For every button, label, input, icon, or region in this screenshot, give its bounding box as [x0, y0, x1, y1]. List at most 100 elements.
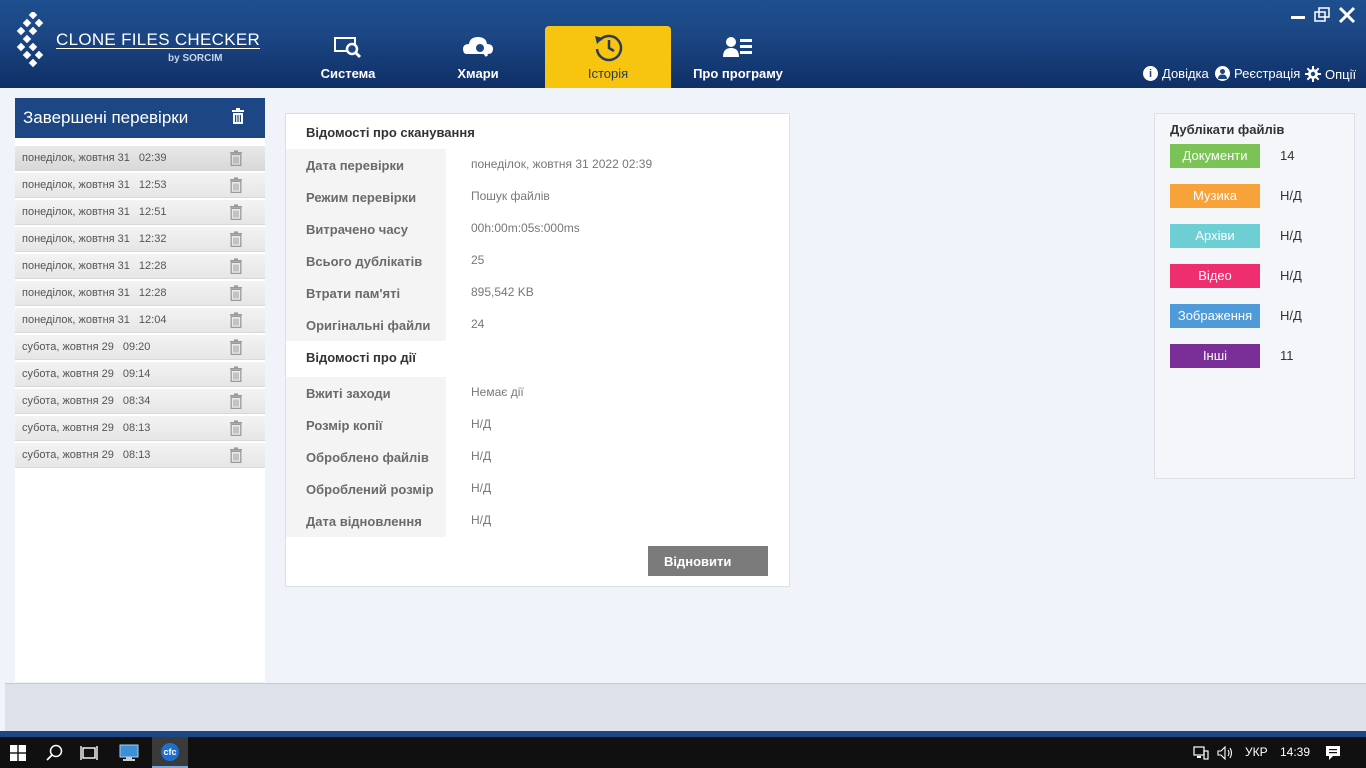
- delete-all-button[interactable]: [231, 108, 245, 129]
- close-button[interactable]: [1338, 6, 1356, 29]
- restore-button[interactable]: Відновити: [648, 546, 768, 576]
- options-label: Опції: [1325, 66, 1357, 82]
- detail-row: Дата перевірки понеділок, жовтня 31 2022 …: [286, 149, 789, 181]
- logo-mark-icon: [16, 10, 44, 68]
- detail-row: Дата відновлення Н/Д: [286, 505, 789, 537]
- detail-key: Дата відновлення: [286, 505, 446, 537]
- history-item[interactable]: понеділок, жовтня 31 02:39: [15, 146, 265, 171]
- register-link[interactable]: Реєстрація: [1215, 66, 1300, 81]
- tab-system-label: Система: [320, 66, 376, 81]
- delete-history-item-button[interactable]: [229, 420, 243, 439]
- history-item[interactable]: понеділок, жовтня 31 12:04: [15, 308, 265, 333]
- delete-history-item-button[interactable]: [229, 366, 243, 385]
- notifications-button[interactable]: [1318, 737, 1348, 768]
- trash-icon: [230, 285, 242, 302]
- delete-history-item-button[interactable]: [229, 285, 243, 304]
- detail-row: Оброблено файлів Н/Д: [286, 441, 789, 473]
- category-other-button[interactable]: Інші: [1170, 344, 1260, 368]
- trash-icon: [230, 231, 242, 248]
- category-documents-button[interactable]: Документи: [1170, 144, 1260, 168]
- history-item-date: понеділок, жовтня 31: [22, 314, 130, 326]
- delete-history-item-button[interactable]: [229, 204, 243, 223]
- taskbar-computer-app[interactable]: [111, 737, 147, 768]
- detail-value: 895,542 KB: [471, 285, 534, 299]
- category-count: Н/Д: [1280, 308, 1302, 323]
- search-button[interactable]: [38, 737, 72, 768]
- history-item-date: понеділок, жовтня 31: [22, 206, 130, 218]
- history-item-time: 12:32: [138, 233, 167, 245]
- history-item[interactable]: субота, жовтня 29 09:20: [15, 335, 265, 360]
- network-icon: [1193, 745, 1209, 760]
- tab-clouds[interactable]: Хмари: [435, 26, 521, 88]
- history-item-date: субота, жовтня 29: [22, 422, 114, 434]
- restore-window-button[interactable]: [1313, 6, 1333, 29]
- delete-history-item-button[interactable]: [229, 339, 243, 358]
- detail-key: Вжиті заходи: [286, 377, 446, 409]
- cloud-search-icon: [458, 32, 498, 62]
- help-link[interactable]: i Довідка: [1143, 66, 1209, 81]
- history-item[interactable]: понеділок, жовтня 31 12:28: [15, 281, 265, 306]
- task-view-icon: [80, 745, 98, 760]
- history-icon: [588, 32, 628, 62]
- detail-key: Оброблений розмір: [286, 473, 446, 505]
- detail-row: Втрати пам'яті 895,542 KB: [286, 277, 789, 309]
- history-item-date: субота, жовтня 29: [22, 395, 114, 407]
- history-item[interactable]: субота, жовтня 29 08:34: [15, 389, 265, 414]
- volume-button[interactable]: [1215, 737, 1237, 768]
- history-item[interactable]: понеділок, жовтня 31 12:53: [15, 173, 265, 198]
- delete-history-item-button[interactable]: [229, 231, 243, 250]
- delete-history-item-button[interactable]: [229, 177, 243, 196]
- network-button[interactable]: [1190, 737, 1212, 768]
- detail-row: Витрачено часу 00h:00m:05s:000ms: [286, 213, 789, 245]
- detail-row: Оброблений розмір Н/Д: [286, 473, 789, 505]
- history-item[interactable]: понеділок, жовтня 31 12:51: [15, 200, 265, 225]
- category-music-button[interactable]: Музика: [1170, 184, 1260, 208]
- tab-history[interactable]: Історія: [545, 26, 671, 88]
- delete-history-item-button[interactable]: [229, 312, 243, 331]
- detail-key: Витрачено часу: [286, 213, 446, 245]
- detail-row: Розмір копії Н/Д: [286, 409, 789, 441]
- tab-system[interactable]: Система: [305, 26, 391, 88]
- category-video-button[interactable]: Відео: [1170, 264, 1260, 288]
- history-item[interactable]: субота, жовтня 29 08:13: [15, 416, 265, 441]
- history-item[interactable]: субота, жовтня 29 09:14: [15, 362, 265, 387]
- detail-row: Всього дублікатів 25: [286, 245, 789, 277]
- delete-history-item-button[interactable]: [229, 150, 243, 169]
- history-item-time: 12:04: [138, 314, 167, 326]
- options-link[interactable]: Опції: [1305, 66, 1356, 82]
- start-button[interactable]: [0, 737, 36, 768]
- category-images-button[interactable]: Зображення: [1170, 304, 1260, 328]
- history-item-time: 08:13: [122, 422, 151, 434]
- trash-icon: [232, 108, 244, 124]
- language-indicator[interactable]: УКР: [1245, 737, 1268, 768]
- history-item[interactable]: субота, жовтня 29 08:13: [15, 443, 265, 468]
- history-item-time: 12:51: [138, 206, 167, 218]
- history-item[interactable]: понеділок, жовтня 31 12:28: [15, 254, 265, 279]
- trash-icon: [230, 312, 242, 329]
- history-item-date: понеділок, жовтня 31: [22, 287, 130, 299]
- history-item-time: 09:14: [122, 368, 151, 380]
- trash-icon: [230, 204, 242, 221]
- task-view-button[interactable]: [72, 737, 106, 768]
- taskbar-cfc-app[interactable]: cfc: [152, 737, 188, 768]
- history-item-time: 02:39: [138, 152, 167, 164]
- history-item[interactable]: понеділок, жовтня 31 12:32: [15, 227, 265, 252]
- clock[interactable]: 14:39: [1280, 737, 1310, 768]
- history-item-date: субота, жовтня 29: [22, 368, 114, 380]
- tab-about[interactable]: Про програму: [690, 26, 786, 88]
- history-item-date: понеділок, жовтня 31: [22, 233, 130, 245]
- category-archives-button[interactable]: Архіви: [1170, 224, 1260, 248]
- delete-history-item-button[interactable]: [229, 258, 243, 277]
- completed-scans-header: Завершені перевірки: [15, 98, 265, 138]
- delete-history-item-button[interactable]: [229, 447, 243, 466]
- minimize-button[interactable]: [1289, 6, 1307, 29]
- delete-history-item-button[interactable]: [229, 393, 243, 412]
- history-item-date: понеділок, жовтня 31: [22, 152, 130, 164]
- logo-subtitle: by SORCIM: [168, 53, 223, 64]
- category-count: 11: [1280, 348, 1294, 363]
- duplicates-title: Дублікати файлів: [1170, 122, 1285, 137]
- history-item-date: субота, жовтня 29: [22, 341, 114, 353]
- cfc-app-icon: cfc: [161, 742, 179, 761]
- detail-value: Н/Д: [471, 481, 492, 495]
- computer-icon: [119, 744, 139, 761]
